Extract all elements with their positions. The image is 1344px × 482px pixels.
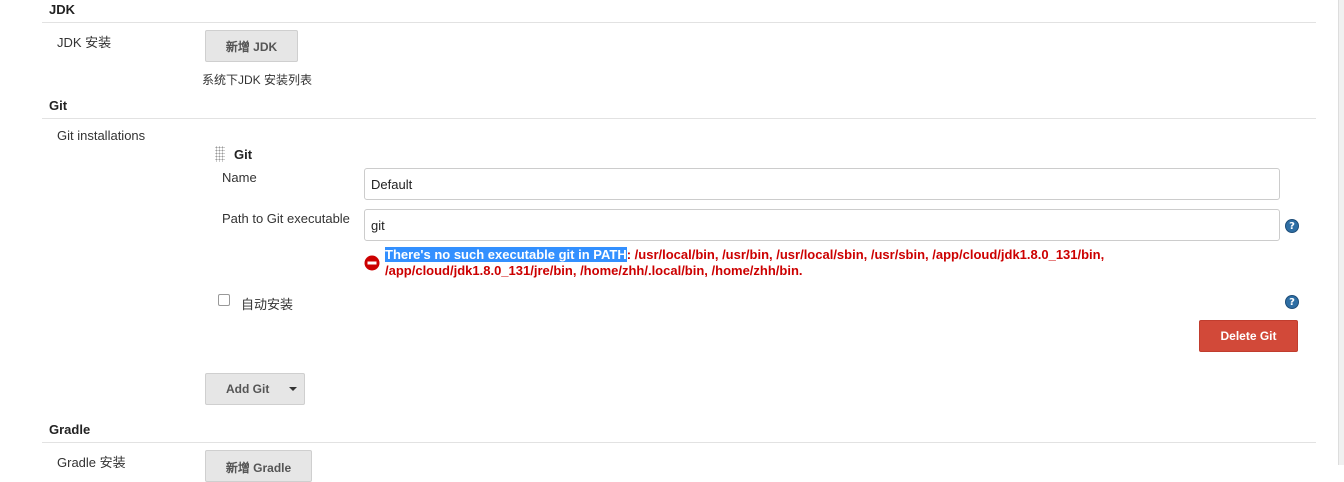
add-jdk-button[interactable]: 新增 JDK	[205, 30, 298, 62]
jdk-list-hint: 系统下JDK 安装列表	[202, 73, 313, 87]
git-divider	[42, 118, 1316, 119]
add-git-button[interactable]: Add Git	[205, 373, 305, 405]
auto-install-checkbox[interactable]	[218, 294, 230, 306]
git-section-title: Git	[49, 98, 68, 113]
no-entry-icon	[364, 255, 380, 271]
auto-install-label: 自动安装	[241, 297, 294, 312]
git-path-label: Path to Git executable	[222, 211, 350, 226]
error-path-list: : /usr/local/bin, /usr/bin, /usr/local/s…	[626, 247, 1105, 262]
caret-down-icon	[289, 387, 297, 391]
question-circle-icon[interactable]: ?	[1285, 295, 1299, 309]
git-item-header: Git	[234, 147, 253, 162]
git-name-input[interactable]	[364, 168, 1280, 200]
add-git-label: Add Git	[226, 382, 270, 396]
error-highlighted-text: There's no such executable git in PATH	[385, 247, 627, 262]
gradle-divider	[42, 442, 1316, 443]
git-path-error: There's no such executable git in PATH: …	[385, 247, 1285, 279]
git-name-label: Name	[222, 170, 257, 185]
git-path-input[interactable]	[364, 209, 1280, 241]
jdk-install-label: JDK 安装	[57, 35, 112, 50]
gradle-install-label: Gradle 安装	[57, 455, 126, 470]
question-circle-icon[interactable]: ?	[1285, 219, 1299, 233]
error-path-list-continued: /app/cloud/jdk1.8.0_131/jre/bin, /home/z…	[385, 263, 803, 278]
gradle-section-title: Gradle	[49, 422, 91, 437]
add-gradle-button[interactable]: 新增 Gradle	[205, 450, 312, 482]
scrollbar-track[interactable]	[1338, 0, 1344, 465]
drag-handle-icon[interactable]	[215, 146, 225, 162]
jdk-section-title: JDK	[49, 2, 76, 17]
git-installations-label: Git installations	[57, 128, 146, 143]
delete-git-button[interactable]: Delete Git	[1199, 320, 1298, 352]
jdk-divider	[42, 22, 1316, 23]
